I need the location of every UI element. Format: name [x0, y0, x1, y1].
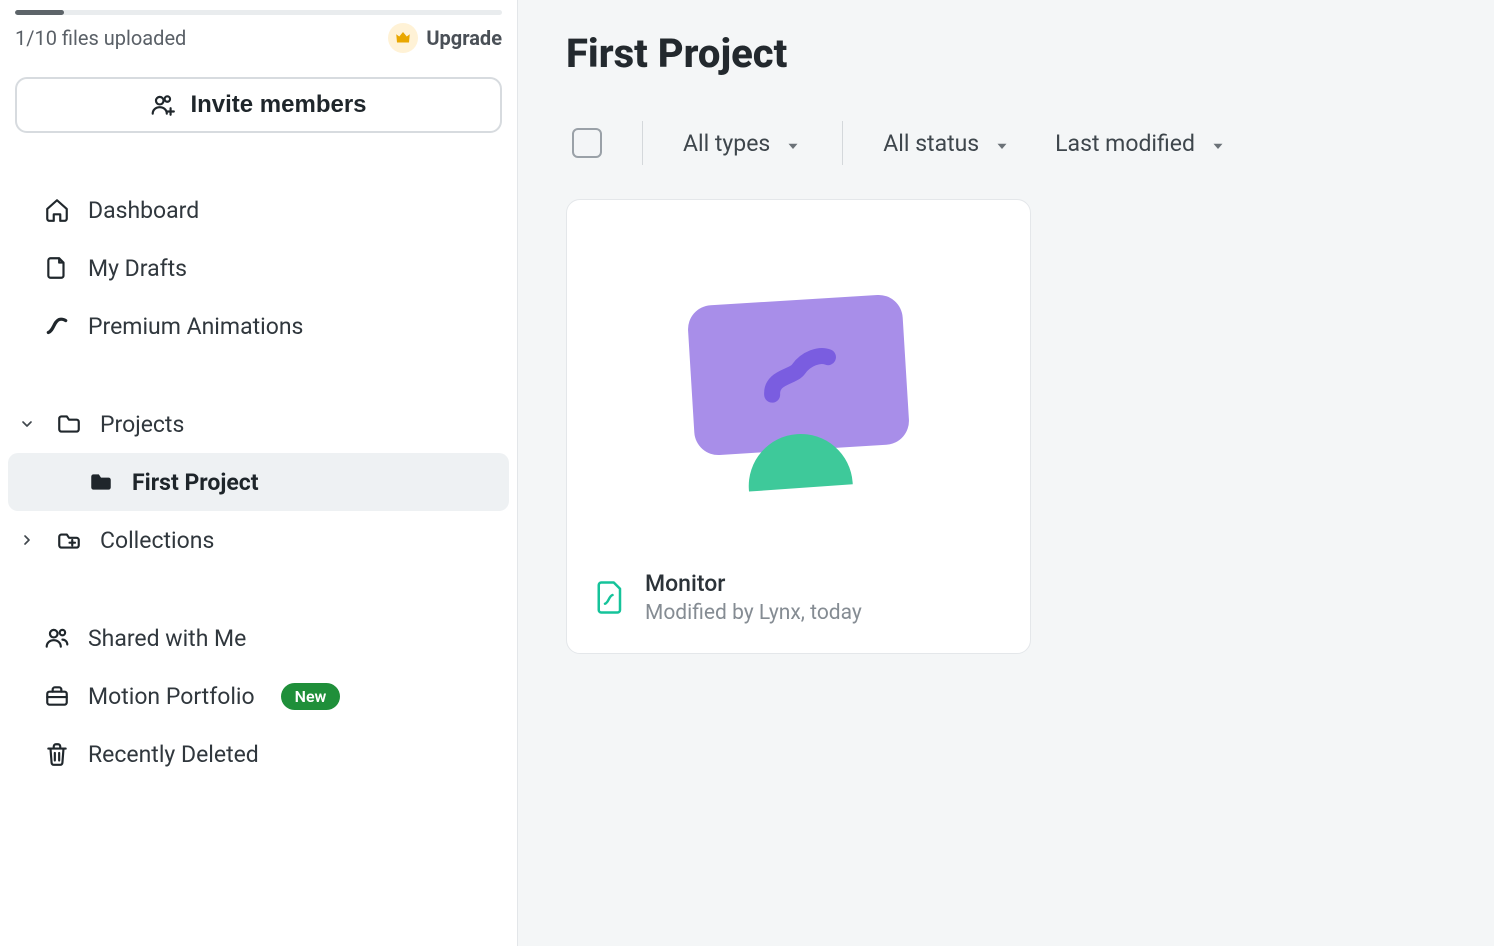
nav-projects[interactable]: Projects — [0, 395, 517, 453]
nav-portfolio[interactable]: Motion Portfolio New — [0, 667, 517, 725]
upload-row: 1/10 files uploaded Upgrade — [0, 15, 517, 53]
filter-types[interactable]: All types — [683, 126, 802, 161]
folder-icon — [56, 411, 82, 437]
chevron-right-icon[interactable] — [16, 532, 38, 548]
people-plus-icon — [150, 92, 176, 118]
nav-projects-label: Projects — [100, 411, 184, 438]
nav-first-project[interactable]: First Project — [8, 453, 509, 511]
folder-filled-icon — [88, 469, 114, 495]
card-footer: Monitor Modified by Lynx, today — [567, 550, 1030, 653]
people-icon — [44, 625, 70, 651]
nav-mydrafts[interactable]: My Drafts — [0, 239, 517, 297]
nav-shared-label: Shared with Me — [88, 625, 246, 652]
sidebar: 1/10 files uploaded Upgrade Invite membe… — [0, 0, 518, 946]
file-card[interactable]: Monitor Modified by Lynx, today — [566, 199, 1031, 654]
file-icon — [44, 255, 70, 281]
nav-premium[interactable]: Premium Animations — [0, 297, 517, 355]
home-icon — [44, 197, 70, 223]
nav-deleted[interactable]: Recently Deleted — [0, 725, 517, 783]
select-all-checkbox[interactable] — [572, 128, 602, 158]
filter-types-label: All types — [683, 130, 770, 157]
nav-collections[interactable]: Collections — [0, 511, 517, 569]
card-title: Monitor — [645, 570, 862, 597]
nav-dashboard-label: Dashboard — [88, 197, 199, 224]
nav-deleted-label: Recently Deleted — [88, 741, 259, 768]
animation-file-icon — [595, 580, 625, 616]
chevron-down-icon[interactable] — [16, 416, 38, 432]
nav-portfolio-label: Motion Portfolio — [88, 683, 255, 710]
upgrade-label: Upgrade — [426, 26, 502, 50]
filter-status-label: All status — [883, 130, 979, 157]
upload-count-text: 1/10 files uploaded — [15, 26, 186, 50]
invite-members-button[interactable]: Invite members — [15, 77, 502, 133]
nav-first-project-label: First Project — [132, 469, 259, 496]
briefcase-icon — [44, 683, 70, 709]
separator — [842, 121, 843, 165]
filter-status[interactable]: All status — [883, 126, 1011, 161]
nav-collections-label: Collections — [100, 527, 214, 554]
preview-art-screen — [687, 294, 911, 457]
separator — [642, 121, 643, 165]
caret-down-icon — [1209, 134, 1227, 152]
trash-icon — [44, 741, 70, 767]
collection-icon — [56, 527, 82, 553]
card-subtitle: Modified by Lynx, today — [645, 601, 862, 625]
main-content: First Project All types All status Last … — [518, 0, 1494, 946]
filter-sort-label: Last modified — [1055, 130, 1195, 157]
card-text: Monitor Modified by Lynx, today — [645, 570, 862, 625]
nav-premium-label: Premium Animations — [88, 313, 303, 340]
upgrade-button[interactable]: Upgrade — [388, 23, 502, 53]
preview-art-squiggle — [757, 343, 841, 408]
nav-dashboard[interactable]: Dashboard — [0, 181, 517, 239]
card-preview — [567, 200, 1030, 550]
page-title: First Project — [566, 30, 1446, 77]
nav-mydrafts-label: My Drafts — [88, 255, 187, 282]
filter-row: All types All status Last modified — [566, 121, 1446, 165]
invite-label: Invite members — [190, 91, 366, 119]
sidebar-nav: Dashboard My Drafts Premium Animations P… — [0, 181, 517, 783]
caret-down-icon — [993, 134, 1011, 152]
wave-icon — [44, 313, 70, 339]
filter-sort[interactable]: Last modified — [1055, 126, 1227, 161]
new-badge: New — [281, 683, 341, 710]
caret-down-icon — [784, 134, 802, 152]
crown-icon — [388, 23, 418, 53]
upload-progress — [0, 0, 517, 15]
nav-shared[interactable]: Shared with Me — [0, 609, 517, 667]
